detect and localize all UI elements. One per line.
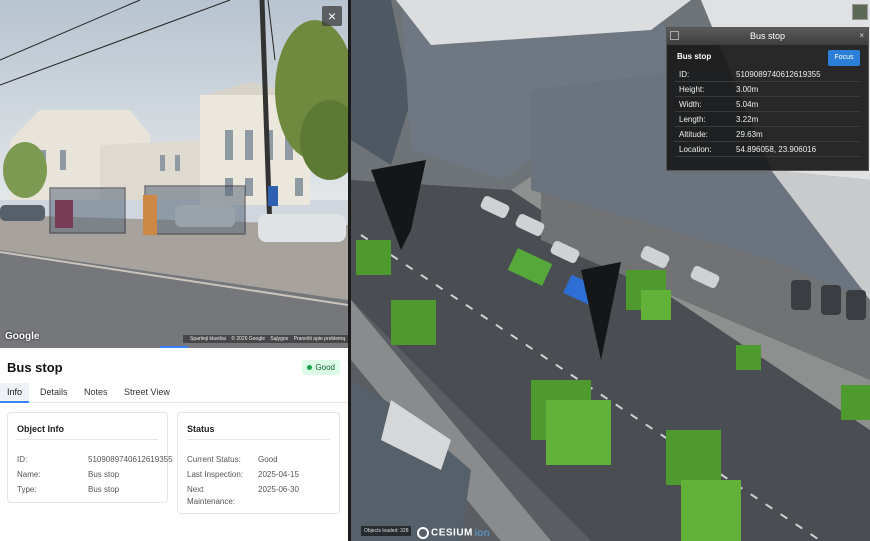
infobox-title: Bus stop: [749, 31, 786, 41]
infobox-height-label: Height:: [679, 85, 705, 94]
current-status-row: Current Status: Good: [187, 455, 278, 464]
infobox-entity-name: Bus stop: [677, 52, 712, 61]
next-maintenance-label: Next: [187, 485, 204, 494]
focus-button[interactable]: Focus: [828, 50, 860, 66]
object-id-value: 5109089740612619355: [88, 455, 173, 464]
infobox-length-value: 3.22m: [736, 115, 759, 124]
infobox-height-value: 3.00m: [736, 85, 759, 94]
object-type-label: Type:: [17, 485, 37, 494]
last-inspection-value: 2025-04-15: [258, 470, 299, 479]
status-dot-icon: [307, 365, 313, 371]
infobox-row-altitude: Altitude: 29.63m: [675, 128, 860, 142]
object-id-row: ID: 5109089740612619355: [17, 455, 173, 464]
infobox-location-value: 54.896058, 23.906016: [736, 145, 817, 154]
infobox-id-label: ID:: [679, 70, 690, 79]
infobox-altitude-label: Altitude:: [679, 130, 708, 139]
infobox-close-button[interactable]: ×: [859, 31, 864, 40]
attr-copyright: © 2026 Google: [231, 336, 265, 342]
object-type-value: Bus stop: [88, 485, 120, 494]
infobox-row-location: Location: 54.896058, 23.906016: [675, 143, 860, 157]
object-name-label: Name:: [17, 470, 41, 479]
street-view-scene: [0, 0, 348, 348]
card-divider: [17, 439, 158, 440]
panel-title: Bus stop: [7, 360, 63, 375]
infobox-location-label: Location:: [679, 145, 712, 154]
infobox-header: Bus stop ×: [667, 28, 868, 45]
current-status-label: Current Status:: [187, 455, 241, 464]
cesium-infobox: Bus stop × Bus stop Focus ID: 51090897406…: [666, 27, 869, 171]
infobox-id-value: 5109089740612619355: [736, 70, 821, 79]
attr-terms-link[interactable]: Sąlygos: [270, 336, 288, 342]
infobox-length-label: Length:: [679, 115, 706, 124]
street-view-attribution: Spartieji klavišai © 2026 Google Sąlygos…: [183, 335, 348, 343]
infobox-width-value: 5.04m: [736, 100, 759, 109]
tab-notes[interactable]: Notes: [77, 383, 115, 403]
object-name-value: Bus stop: [88, 470, 120, 479]
google-logo: Google: [5, 331, 40, 342]
next-maintenance-row: Next 2025-06-30: [187, 485, 299, 494]
panel-tabs: Info Details Notes Street View: [0, 383, 348, 403]
object-info-title: Object Info: [17, 424, 64, 434]
status-card: Status Current Status: Good Last Inspecti…: [177, 412, 340, 514]
street-view-image[interactable]: × Google Spartieji klavišai © 2026 Googl…: [0, 0, 348, 348]
map-thumbnail-button[interactable]: [852, 4, 868, 20]
objects-loaded-label: Objects loaded: 328: [361, 526, 412, 536]
detail-panel: Bus stop Good Info Details Notes Street …: [0, 348, 348, 541]
card-divider: [187, 439, 330, 440]
object-info-card: Object Info ID: 5109089740612619355 Name:…: [7, 412, 173, 503]
tab-street-view[interactable]: Street View: [117, 383, 177, 403]
infobox-width-label: Width:: [679, 100, 702, 109]
tab-info[interactable]: Info: [0, 383, 30, 403]
next-maintenance-label-cont: Maintenance:: [187, 497, 236, 506]
infobox-row-length: Length: 3.22m: [675, 113, 860, 127]
infobox-row-height: Height: 3.00m: [675, 83, 860, 97]
cesium-ion-text: ion: [474, 527, 490, 539]
tab-details[interactable]: Details: [33, 383, 75, 403]
cesium-ion-logo[interactable]: CESIUM ion: [417, 527, 490, 539]
infobox-altitude-value: 29.63m: [736, 130, 763, 139]
status-card-title: Status: [187, 424, 215, 434]
status-badge: Good: [302, 360, 340, 375]
street-view-close-button[interactable]: ×: [322, 6, 342, 26]
status-badge-label: Good: [315, 363, 335, 372]
last-inspection-label: Last Inspection:: [187, 470, 244, 479]
object-name-row: Name: Bus stop: [17, 470, 119, 479]
attr-shortcuts-link[interactable]: Spartieji klavišai: [190, 336, 226, 342]
next-maintenance-value: 2025-06-30: [258, 485, 299, 494]
object-id-label: ID:: [17, 455, 28, 464]
app-root: × Google Spartieji klavišai © 2026 Googl…: [0, 0, 870, 541]
attr-report-link[interactable]: Pranešti apie problemą: [294, 336, 345, 342]
cesium-brand-text: CESIUM: [431, 527, 473, 539]
current-status-value: Good: [258, 455, 278, 464]
cesium-logo-icon: [417, 527, 429, 539]
infobox-row-id: ID: 5109089740612619355: [675, 68, 860, 82]
object-type-row: Type: Bus stop: [17, 485, 119, 494]
infobox-row-width: Width: 5.04m: [675, 98, 860, 112]
last-inspection-row: Last Inspection: 2025-04-15: [187, 470, 299, 479]
